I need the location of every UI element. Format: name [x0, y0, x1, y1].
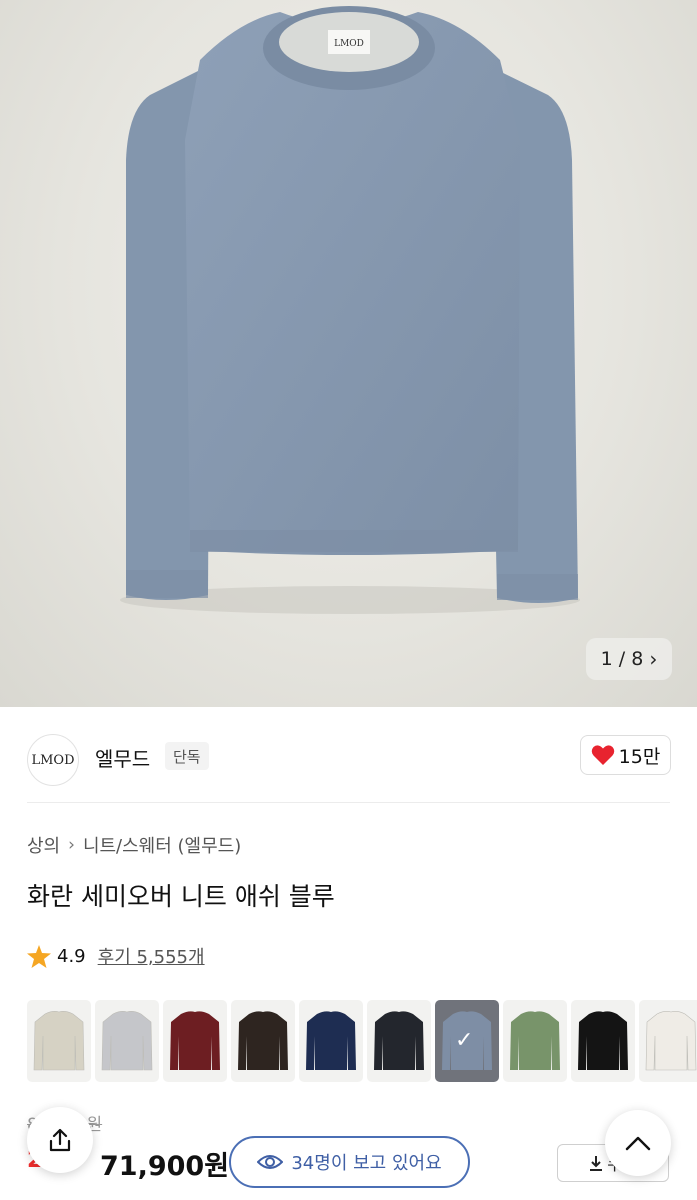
- color-swatch-black[interactable]: [571, 1000, 635, 1082]
- exclusive-badge: 단독: [165, 742, 209, 770]
- like-button[interactable]: 15만: [580, 735, 671, 775]
- viewers-text: 34명이 보고 있어요: [291, 1153, 442, 1174]
- brand-name[interactable]: 엘무드: [95, 743, 150, 772]
- sweater-image: LMOD: [120, 6, 580, 614]
- sale-price: 71,900원: [100, 1151, 230, 1182]
- pager-text: 1 / 8: [600, 648, 644, 670]
- breadcrumb: 상의 › 니트/스웨터 (엘무드): [27, 832, 241, 858]
- color-swatch-navy[interactable]: [299, 1000, 363, 1082]
- color-swatch-olive-green[interactable]: [503, 1000, 567, 1082]
- check-icon: ✓: [455, 1028, 474, 1053]
- color-swatch-ash-blue[interactable]: ✓: [435, 1000, 499, 1082]
- review-count-link[interactable]: 후기 5,555개: [98, 943, 205, 969]
- sweater-thumbnail: [578, 1011, 628, 1070]
- color-swatch-charcoal[interactable]: [367, 1000, 431, 1082]
- scroll-top-button[interactable]: [605, 1110, 671, 1176]
- rating-row: 4.9 후기 5,555개: [27, 943, 205, 969]
- product-title: 화란 세미오버 니트 애쉬 블루: [27, 882, 335, 911]
- brand-logo[interactable]: LMOD: [27, 734, 79, 786]
- sweater-thumbnail: [101, 1011, 153, 1071]
- svg-text:LMOD: LMOD: [334, 39, 364, 49]
- product-image-gallery[interactable]: LMOD 1 / 8 ›: [0, 0, 697, 707]
- star-icon: [27, 944, 51, 968]
- brand-logo-text: LMOD: [31, 752, 75, 768]
- chevron-up-icon: [625, 1136, 651, 1151]
- color-swatch-beige[interactable]: [27, 1000, 91, 1082]
- color-swatch-dark-brown[interactable]: [231, 1000, 295, 1082]
- eye-icon: [257, 1155, 284, 1169]
- image-pager[interactable]: 1 / 8 ›: [586, 638, 672, 680]
- sweater-thumbnail: [645, 1011, 697, 1071]
- color-swatch-ivory[interactable]: [639, 1000, 697, 1082]
- breadcrumb-category[interactable]: 상의: [27, 832, 60, 858]
- share-button[interactable]: [27, 1107, 93, 1173]
- sweater-thumbnail: [510, 1011, 560, 1070]
- brand-row: LMOD 엘무드 단독 15만: [0, 707, 697, 803]
- viewers-indicator[interactable]: 34명이 보고 있어요: [229, 1136, 470, 1188]
- color-swatch-light-gray[interactable]: [95, 1000, 159, 1082]
- rating-score: 4.9: [57, 945, 86, 967]
- share-icon: [49, 1128, 71, 1152]
- color-swatches: ✓: [27, 1000, 697, 1082]
- sweater-thumbnail: [306, 1011, 356, 1070]
- sweater-thumbnail: [33, 1011, 85, 1071]
- divider: [27, 802, 670, 803]
- color-swatch-burgundy[interactable]: [163, 1000, 227, 1082]
- sweater-thumbnail: [374, 1011, 424, 1070]
- heart-icon: [591, 745, 614, 765]
- like-count: 15만: [618, 745, 661, 768]
- sweater-thumbnail: [238, 1011, 288, 1070]
- breadcrumb-subcategory[interactable]: 니트/스웨터 (엘무드): [83, 832, 241, 858]
- download-icon: [590, 1156, 603, 1171]
- chevron-right-icon: ›: [649, 647, 658, 671]
- chevron-right-icon: ›: [68, 835, 75, 855]
- sweater-thumbnail: [170, 1011, 220, 1070]
